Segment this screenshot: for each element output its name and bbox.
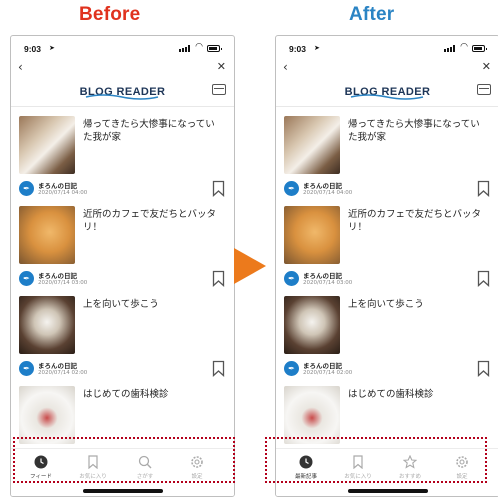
- back-icon[interactable]: ‹: [18, 60, 23, 74]
- article-date: 2020/07/14 03:00: [303, 280, 353, 286]
- phone-before: 9:03 ➤ ◠ ‹ ✕ BLOG READER 帰ってきたら大惨事になっていた…: [10, 35, 235, 497]
- article-card[interactable]: 帰ってきたら大惨事になっていた我が家 ✒ まろんの日記 2020/07/14 0…: [11, 116, 234, 206]
- article-headline: 上を向いて歩こう: [348, 299, 424, 310]
- article-headline: はじめての歯科検診: [348, 389, 434, 400]
- layout-icon[interactable]: [212, 84, 226, 95]
- article-thumbnail: [284, 116, 340, 174]
- article-headline: 帰ってきたら大惨事になっていた我が家: [83, 119, 215, 143]
- article-date: 2020/07/14 02:00: [303, 370, 353, 376]
- header-divider: [276, 106, 498, 107]
- battery-icon: [472, 45, 487, 52]
- wifi-icon: ◠: [460, 42, 468, 52]
- article-date: 2020/07/14 02:00: [38, 370, 88, 376]
- author-name: まろんの日記: [38, 272, 77, 280]
- layout-icon[interactable]: [477, 84, 491, 95]
- location-icon: ➤: [314, 44, 320, 52]
- blog-feather-icon: ✒: [19, 181, 34, 196]
- signal-icon: [444, 45, 456, 52]
- wifi-icon: ◠: [195, 42, 203, 52]
- bookmark-icon[interactable]: [212, 180, 225, 197]
- article-card[interactable]: 近所のカフェで友だちとバッタリ！ ✒ まろんの日記 2020/07/14 03:…: [11, 206, 234, 296]
- status-time: 9:03: [24, 44, 42, 54]
- arrow-right-icon: [234, 248, 266, 284]
- blog-feather-icon: ✒: [284, 181, 299, 196]
- after-heading: After: [349, 4, 395, 25]
- title-underline-icon: [350, 94, 424, 100]
- article-thumbnail: [19, 116, 75, 174]
- author-name: まろんの日記: [38, 182, 77, 190]
- highlight-frame-before: [13, 437, 235, 483]
- bookmark-icon[interactable]: [477, 270, 490, 287]
- article-thumbnail: [19, 296, 75, 354]
- blog-feather-icon: ✒: [19, 271, 34, 286]
- article-thumbnail: [284, 206, 340, 264]
- article-date: 2020/07/14 03:00: [38, 280, 88, 286]
- before-heading: Before: [79, 4, 141, 25]
- article-thumbnail: [284, 296, 340, 354]
- phone-after: 9:03 ➤ ◠ ‹ ✕ BLOG READER 帰ってきたら大惨事になっていた…: [275, 35, 498, 497]
- signal-icon: [179, 45, 191, 52]
- home-indicator: [348, 489, 428, 493]
- author-name: まろんの日記: [303, 182, 342, 190]
- article-card[interactable]: 近所のカフェで友だちとバッタリ！ ✒ まろんの日記 2020/07/14 03:…: [276, 206, 498, 296]
- status-time: 9:03: [289, 44, 307, 54]
- back-icon[interactable]: ‹: [283, 60, 288, 74]
- bookmark-icon[interactable]: [212, 270, 225, 287]
- status-bar: 9:03 ➤ ◠: [11, 36, 234, 60]
- article-date: 2020/07/14 04:00: [38, 190, 88, 196]
- close-icon[interactable]: ✕: [217, 60, 226, 73]
- article-headline: はじめての歯科検診: [83, 389, 169, 400]
- author-name: まろんの日記: [303, 362, 342, 370]
- article-card[interactable]: 帰ってきたら大惨事になっていた我が家 ✒ まろんの日記 2020/07/14 0…: [276, 116, 498, 206]
- close-icon[interactable]: ✕: [482, 60, 491, 73]
- article-date: 2020/07/14 04:00: [303, 190, 353, 196]
- article-headline: 近所のカフェで友だちとバッタリ！: [348, 209, 482, 233]
- app-header: BLOG READER: [11, 80, 234, 104]
- highlight-frame-after: [265, 437, 487, 483]
- bookmark-icon[interactable]: [212, 360, 225, 377]
- blog-feather-icon: ✒: [284, 361, 299, 376]
- article-card[interactable]: 上を向いて歩こう ✒ まろんの日記 2020/07/14 02:00: [11, 296, 234, 386]
- article-headline: 上を向いて歩こう: [83, 299, 159, 310]
- battery-icon: [207, 45, 222, 52]
- article-thumbnail: [19, 386, 75, 444]
- author-name: まろんの日記: [303, 272, 342, 280]
- header-divider: [11, 106, 234, 107]
- blog-feather-icon: ✒: [19, 361, 34, 376]
- article-thumbnail: [284, 386, 340, 444]
- bookmark-icon[interactable]: [477, 180, 490, 197]
- article-card[interactable]: 上を向いて歩こう ✒ まろんの日記 2020/07/14 02:00: [276, 296, 498, 386]
- blog-feather-icon: ✒: [284, 271, 299, 286]
- app-header: BLOG READER: [276, 80, 498, 104]
- article-thumbnail: [19, 206, 75, 264]
- article-headline: 近所のカフェで友だちとバッタリ！: [83, 209, 217, 233]
- bookmark-icon[interactable]: [477, 360, 490, 377]
- location-icon: ➤: [49, 44, 55, 52]
- status-bar: 9:03 ➤ ◠: [276, 36, 498, 60]
- article-headline: 帰ってきたら大惨事になっていた我が家: [348, 119, 480, 143]
- home-indicator: [83, 489, 163, 493]
- title-underline-icon: [85, 94, 159, 100]
- author-name: まろんの日記: [38, 362, 77, 370]
